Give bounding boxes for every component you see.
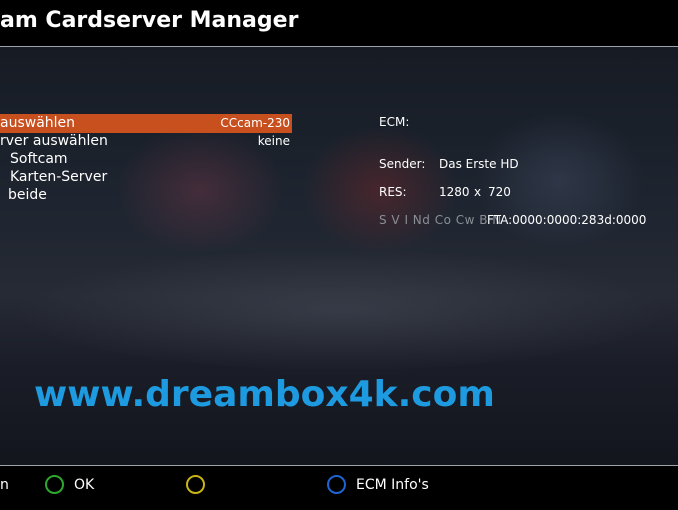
studio-desk-shape <box>20 250 660 370</box>
sender-label: Sender: <box>379 157 426 171</box>
title-bar: am Cardserver Manager <box>0 0 678 47</box>
menu-item-label: beide <box>8 187 47 203</box>
watermark-text: www.dreambox4k.com <box>34 374 495 415</box>
window-title: am Cardserver Manager <box>0 8 299 33</box>
sender-value: Das Erste HD <box>439 157 519 171</box>
menu-item-value: CCcam-230 <box>220 116 290 130</box>
menu-item-restart-both[interactable]: beide <box>0 186 292 205</box>
ecm-label: ECM: <box>379 115 410 129</box>
menu-item-restart-cardserver[interactable]: Karten-Server <box>0 168 292 187</box>
res-width: 1280 <box>439 185 470 199</box>
fta-value: FTA:0000:0000:283d:0000 <box>487 213 647 227</box>
menu-item-cardserver-select[interactable]: rver auswählen keine <box>0 132 292 151</box>
blue-button-icon[interactable] <box>327 475 346 494</box>
menu-item-softcam-select[interactable]: auswählen CCcam-230 <box>0 114 292 133</box>
menu-item-label: Karten-Server <box>10 169 108 185</box>
res-height: 720 <box>488 185 511 199</box>
footer-bar: n OK ECM Info's <box>0 465 678 510</box>
res-separator: x <box>474 185 482 199</box>
yellow-button-icon[interactable] <box>186 475 205 494</box>
crypt-flags: S V I Nd Co Cw B N <box>379 213 502 227</box>
red-key-label[interactable]: n <box>0 477 9 493</box>
menu-item-label: auswählen <box>0 115 76 131</box>
green-button-icon[interactable] <box>45 475 64 494</box>
menu-item-restart-softcam[interactable]: Softcam <box>0 150 292 169</box>
menu-item-value: keine <box>257 134 290 148</box>
menu-item-label: rver auswählen <box>0 133 108 149</box>
blue-key-label[interactable]: ECM Info's <box>356 477 429 493</box>
menu-item-label: Softcam <box>10 151 68 167</box>
green-key-label[interactable]: OK <box>74 477 94 493</box>
res-label: RES: <box>379 185 407 199</box>
tv-background <box>0 0 678 509</box>
